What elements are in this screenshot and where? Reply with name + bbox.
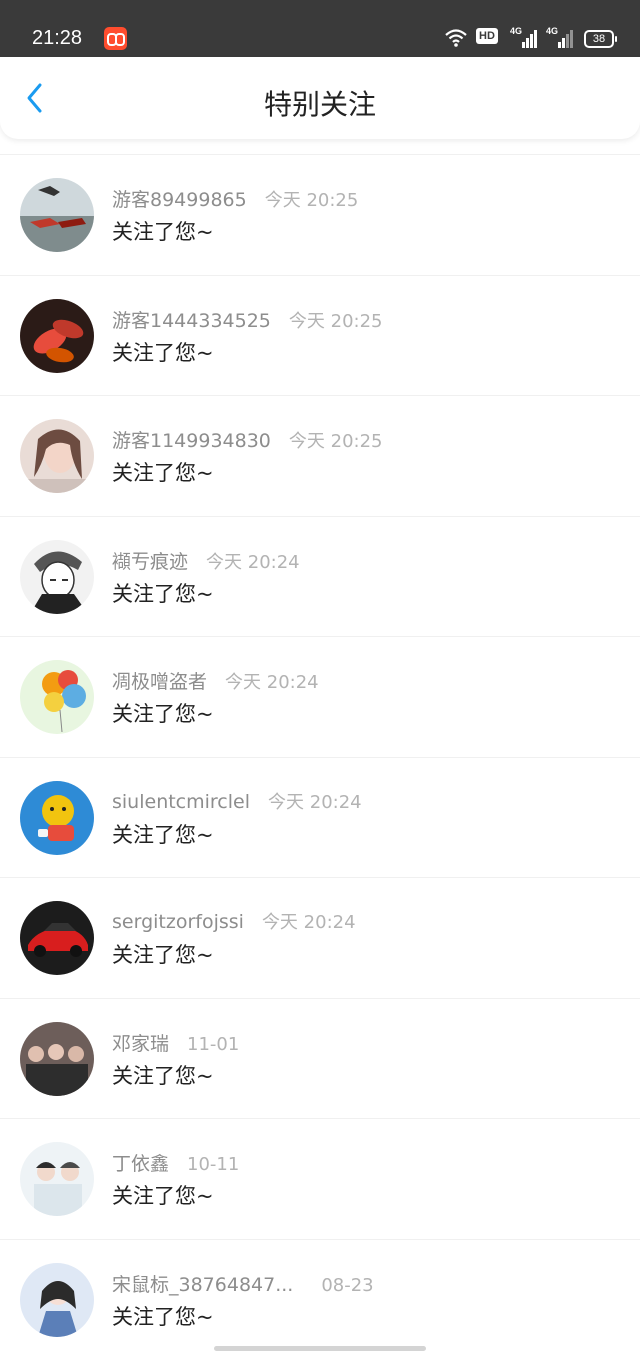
notification-header: 襭亐痕迹今天 20:24 <box>112 547 300 574</box>
user-name[interactable]: sergitzorfojssi <box>112 911 244 933</box>
user-name[interactable]: 游客89499865 <box>112 189 247 211</box>
list-item[interactable]: 丁依鑫 10-11 关注了您~ <box>0 1118 640 1239</box>
notification-message: 关注了您~ <box>112 216 214 246</box>
list-item[interactable]: 襭亐痕迹今天 20:24 关注了您~ <box>0 516 640 637</box>
notification-header: 游客1444334525 今天 20:25 <box>112 306 383 333</box>
avatar-image <box>20 1022 94 1096</box>
user-name[interactable]: 凋极噌盗者 <box>112 671 207 693</box>
page-title: 特别关注 <box>0 57 640 153</box>
status-time: 21:28 <box>32 27 82 50</box>
user-name[interactable]: 游客1149934830 <box>112 430 271 452</box>
timestamp: 今天 20:24 <box>206 552 300 573</box>
avatar-image <box>20 781 94 855</box>
user-name[interactable]: 襭亐痕迹 <box>112 551 188 573</box>
timestamp: 今天 20:24 <box>225 672 319 693</box>
timestamp: 10-11 <box>187 1154 239 1175</box>
notification-header: sergitzorfojssi 今天 20:24 <box>112 908 356 934</box>
app-notification-icon <box>104 27 127 50</box>
home-indicator[interactable] <box>214 1346 426 1351</box>
timestamp: 今天 20:25 <box>289 311 383 332</box>
user-name[interactable]: siulentcmirclel <box>112 791 250 813</box>
list-item[interactable]: 游客1149934830 今天 20:25 关注了您~ <box>0 395 640 516</box>
hd-badge: HD <box>476 28 498 44</box>
notification-message: 关注了您~ <box>112 1301 214 1331</box>
list-item[interactable]: 游客1444334525 今天 20:25 关注了您~ <box>0 275 640 396</box>
list-item[interactable]: sergitzorfojssi 今天 20:24 关注了您~ <box>0 877 640 998</box>
signal-icon: 4G <box>510 26 538 50</box>
notification-header: 邓家瑞 11-01 <box>112 1029 239 1056</box>
list-item[interactable]: 宋鼠标_38764847... 08-23 关注了您~ <box>0 1239 640 1359</box>
avatar[interactable] <box>20 299 94 373</box>
avatar[interactable] <box>20 419 94 493</box>
list-item[interactable]: siulentcmirclel 今天 20:24 关注了您~ <box>0 757 640 878</box>
user-name[interactable]: 邓家瑞 <box>112 1033 169 1055</box>
timestamp: 今天 20:24 <box>262 912 356 933</box>
notification-header: siulentcmirclel 今天 20:24 <box>112 788 362 814</box>
notification-header: 游客89499865 今天 20:25 <box>112 185 358 212</box>
list-item[interactable]: 凋极噌盗者今天 20:24 关注了您~ <box>0 636 640 757</box>
avatar-image <box>20 1142 94 1216</box>
avatar[interactable] <box>20 178 94 252</box>
timestamp: 08-23 <box>321 1275 373 1296</box>
avatar-image <box>20 901 94 975</box>
timestamp: 今天 20:25 <box>265 190 359 211</box>
notification-message: 关注了您~ <box>112 698 214 728</box>
timestamp: 11-01 <box>187 1034 239 1055</box>
list-item[interactable]: 邓家瑞 11-01 关注了您~ <box>0 998 640 1119</box>
status-indicators: HD 4G 4G 38 <box>444 26 614 52</box>
notification-header: 凋极噌盗者今天 20:24 <box>112 667 319 694</box>
avatar[interactable] <box>20 1263 94 1337</box>
avatar[interactable] <box>20 660 94 734</box>
avatar[interactable] <box>20 1142 94 1216</box>
notification-message: 关注了您~ <box>112 1060 214 1090</box>
avatar-image <box>20 540 94 614</box>
notification-header: 丁依鑫 10-11 <box>112 1149 239 1176</box>
avatar[interactable] <box>20 540 94 614</box>
notification-message: 关注了您~ <box>112 939 214 969</box>
avatar[interactable] <box>20 781 94 855</box>
wifi-icon <box>444 28 468 48</box>
avatar[interactable] <box>20 1022 94 1096</box>
notification-message: 关注了您~ <box>112 819 214 849</box>
timestamp: 今天 20:24 <box>268 792 362 813</box>
follow-notification-list: 游客89499865 今天 20:25 关注了您~ 游客1444334525 今天 … <box>0 154 640 1359</box>
signal-icon-2: 4G <box>546 26 574 50</box>
avatar-image <box>20 660 94 734</box>
user-name[interactable]: 丁依鑫 <box>112 1153 169 1175</box>
notification-header: 游客1149934830 今天 20:25 <box>112 426 383 453</box>
notification-header: 宋鼠标_38764847... 08-23 <box>112 1270 374 1297</box>
avatar[interactable] <box>20 901 94 975</box>
battery-icon: 38 <box>584 30 614 48</box>
user-name[interactable]: 游客1444334525 <box>112 310 271 332</box>
avatar-image <box>20 299 94 373</box>
notification-message: 关注了您~ <box>112 337 214 367</box>
timestamp: 今天 20:25 <box>289 431 383 452</box>
notification-message: 关注了您~ <box>112 1180 214 1210</box>
status-bar: 21:28 HD 4G 4G 38 <box>0 0 640 57</box>
notification-message: 关注了您~ <box>112 457 214 487</box>
notification-message: 关注了您~ <box>112 578 214 608</box>
avatar-image <box>20 178 94 252</box>
list-item[interactable]: 游客89499865 今天 20:25 关注了您~ <box>0 154 640 275</box>
avatar-image <box>20 1263 94 1337</box>
user-name[interactable]: 宋鼠标_38764847... <box>112 1274 293 1296</box>
avatar-image <box>20 419 94 493</box>
top-nav-bar: 特别关注 <box>0 57 640 139</box>
